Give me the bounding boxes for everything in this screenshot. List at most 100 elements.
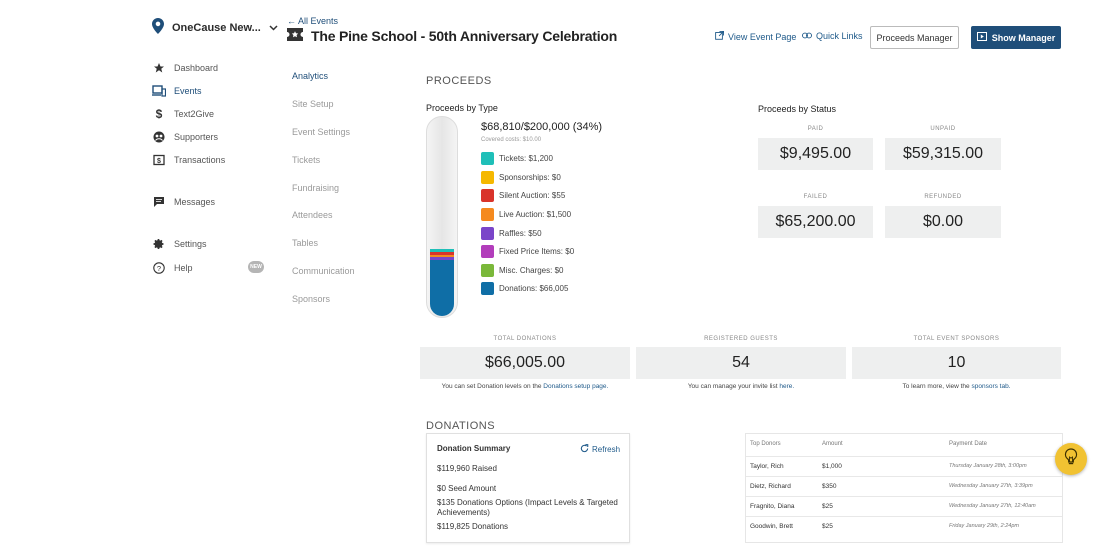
lightbulb-icon (1063, 447, 1079, 471)
legend-swatch (481, 208, 494, 221)
sidebar-item-text2give[interactable]: $ Text2Give (152, 107, 214, 121)
sidebar-item-help[interactable]: ? Help (152, 261, 193, 275)
subnav-communication[interactable]: Communication (292, 266, 355, 276)
donor-name: Dietz, Richard (750, 483, 791, 490)
receipt-icon: $ (152, 153, 166, 167)
legend-label: Fixed Price Items: $0 (499, 247, 575, 256)
total-donations-value: $66,005.00 (420, 347, 630, 379)
subnav-tables[interactable]: Tables (292, 238, 318, 248)
proceeds-by-type-heading: Proceeds by Type (426, 103, 498, 113)
sidebar-item-label: Events (174, 86, 202, 96)
tube-segment (430, 257, 454, 260)
donations-setup-link[interactable]: Donations setup page. (543, 383, 608, 390)
subnav-sponsors[interactable]: Sponsors (292, 294, 330, 304)
supporters-icon (152, 130, 166, 144)
chevron-down-icon (269, 22, 278, 34)
show-manager-label: Show Manager (991, 32, 1056, 43)
subnav-event-settings[interactable]: Event Settings (292, 127, 350, 137)
donor-name: Goodwin, Brett (750, 523, 793, 530)
proceeds-manager-button[interactable]: Proceeds Manager (870, 26, 959, 49)
top-donors-table: Top Donors Amount Payment Date Taylor, R… (745, 433, 1063, 543)
tube-segment (430, 259, 454, 316)
sidebar-item-messages[interactable]: Messages (152, 195, 215, 209)
refresh-label: Refresh (592, 445, 621, 454)
sponsors-note-text: To learn more, view the (902, 383, 972, 390)
show-manager-button[interactable]: Show Manager (971, 26, 1061, 49)
donor-date: Thursday January 28th, 3:00pm (949, 463, 1027, 469)
donations-line: $119,825 Donations (437, 522, 509, 531)
subnav-fundraising[interactable]: Fundraising (292, 183, 339, 193)
arrow-left-icon: ← (287, 16, 296, 26)
view-event-page-label: View Event Page (728, 31, 797, 42)
failed-label: FAILED (803, 194, 828, 200)
quick-links-link[interactable]: Quick Links (802, 31, 863, 41)
chat-icon (152, 195, 166, 209)
view-event-page-link[interactable]: View Event Page (715, 31, 796, 42)
sponsors-tab-link[interactable]: sponsors tab. (971, 383, 1010, 390)
proceeds-progress-tube (426, 116, 458, 318)
guests-note-text: You can manage your invite list (687, 383, 780, 390)
failed-value: $65,200.00 (758, 206, 873, 238)
donor-amount: $1,000 (822, 463, 842, 470)
sidebar-item-label: Settings (174, 239, 207, 249)
org-name: OneCause New... (172, 21, 261, 34)
refresh-button[interactable]: Refresh (580, 444, 620, 455)
total-sponsors-label: TOTAL EVENT SPONSORS (913, 336, 1000, 342)
donor-date: Wednesday January 27th, 3:39pm (949, 483, 1033, 489)
subnav-attendees[interactable]: Attendees (292, 210, 333, 220)
donor-name: Taylor, Rich (750, 463, 784, 470)
sidebar-item-settings[interactable]: Settings (152, 237, 207, 251)
play-icon (976, 32, 987, 43)
sidebar-item-events[interactable]: Events (152, 84, 202, 98)
tube-segment (430, 251, 454, 255)
legend-swatch (481, 264, 494, 277)
legend-swatch (481, 171, 494, 184)
page-title: The Pine School - 50th Anniversary Celeb… (287, 28, 617, 44)
donation-summary-card: Donation Summary Refresh $119,960 Raised… (426, 433, 630, 543)
unpaid-label: UNPAID (930, 126, 956, 132)
legend-label: Sponsorships: $0 (499, 173, 561, 182)
guests-note: You can manage your invite list here. (636, 383, 846, 390)
legend-swatch (481, 152, 494, 165)
registered-guests-label: REGISTERED GUESTS (704, 336, 778, 342)
legend-item-donations: Donations: $66,005 (481, 282, 568, 295)
ticket-icon (287, 28, 303, 44)
donation-summary-title: Donation Summary (437, 444, 511, 453)
sidebar-item-label: Messages (174, 197, 216, 207)
column-header-donor: Top Donors (750, 441, 781, 447)
back-to-events-link[interactable]: ← All Events (287, 16, 338, 26)
svg-text:?: ? (157, 264, 161, 273)
legend-label: Donations: $66,005 (499, 284, 569, 293)
donor-amount: $25 (822, 503, 833, 510)
table-row: Goodwin, Brett $25 Friday January 29th, … (746, 516, 1062, 536)
legend-item-sponsorships: Sponsorships: $0 (481, 171, 561, 184)
subnav-tickets[interactable]: Tickets (292, 155, 320, 165)
legend-label: Live Auction: $1,500 (499, 210, 572, 219)
help-lightbulb-button[interactable] (1055, 443, 1087, 475)
covered-costs: Covered costs: $10.00 (481, 137, 542, 143)
invite-list-link[interactable]: here. (779, 383, 794, 390)
subnav-analytics[interactable]: Analytics (292, 71, 328, 81)
column-header-amount: Amount (822, 441, 843, 447)
options-line: $135 Donations Options (Impact Levels & … (437, 498, 618, 517)
subnav-site-setup[interactable]: Site Setup (292, 99, 334, 109)
table-row: Dietz, Richard $350 Wednesday January 27… (746, 476, 1062, 496)
sponsors-note: To learn more, view the sponsors tab. (852, 383, 1061, 390)
dollar-icon: $ (155, 107, 163, 121)
legend-swatch (481, 245, 494, 258)
legend-label: Silent Auction: $55 (499, 191, 566, 200)
legend-item-silent-auction: Silent Auction: $55 (481, 189, 565, 202)
org-switcher[interactable]: OneCause New... (152, 18, 278, 37)
sidebar-item-supporters[interactable]: Supporters (152, 130, 218, 144)
back-link-label: All Events (298, 16, 339, 26)
legend-item-tickets: Tickets: $1,200 (481, 152, 553, 165)
legend-swatch (481, 282, 494, 295)
sidebar-item-transactions[interactable]: $ Transactions (152, 153, 225, 167)
proceeds-total: $68,810/$200,000 (34%) (481, 121, 603, 133)
sidebar-item-label: Dashboard (174, 63, 219, 73)
tube-segment (430, 254, 454, 258)
sidebar-item-dashboard[interactable]: Dashboard (152, 61, 218, 75)
donations-heading: DONATIONS (426, 420, 496, 432)
gear-icon (152, 237, 166, 251)
refunded-label: REFUNDED (924, 194, 962, 200)
